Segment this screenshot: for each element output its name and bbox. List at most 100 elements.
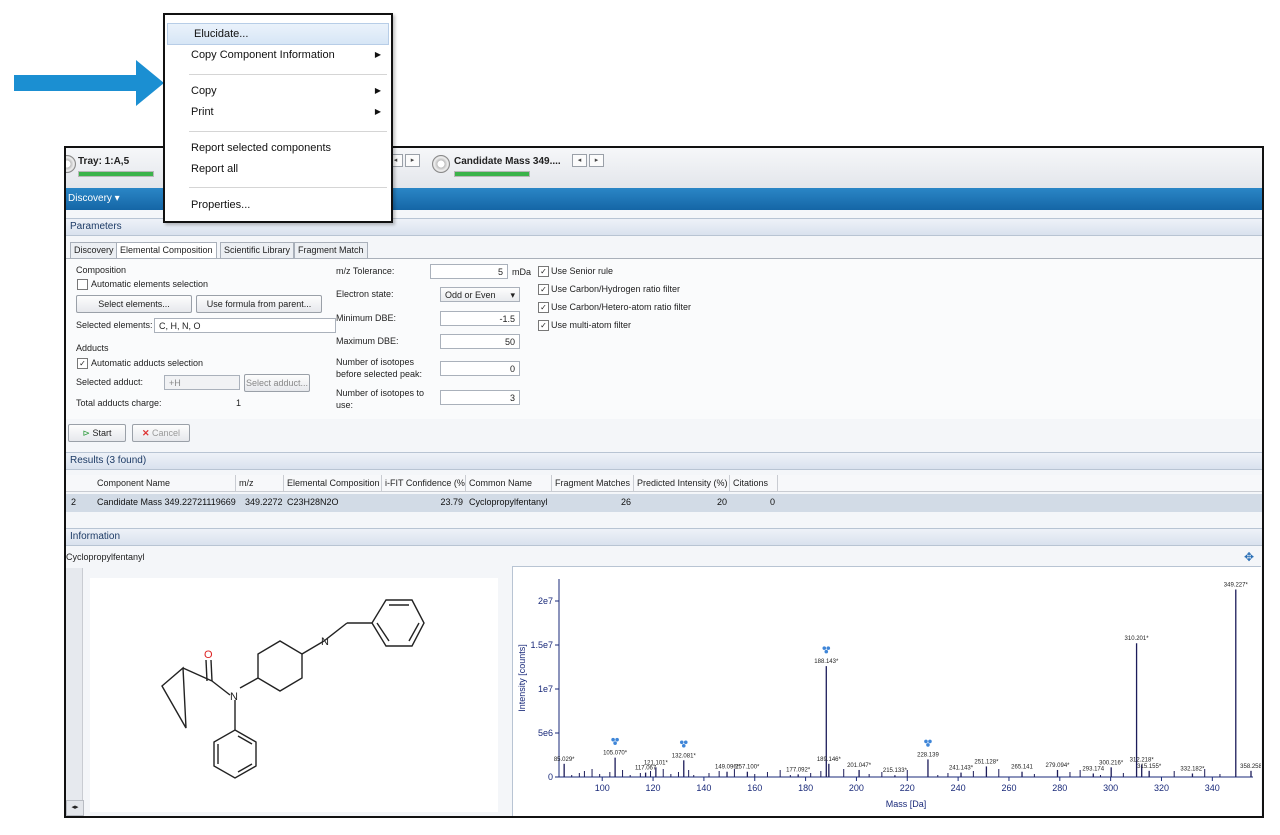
peak-label: 201.047* bbox=[847, 763, 872, 769]
cell-predicted-intensity: 20 bbox=[716, 497, 727, 507]
phenyl-ring-bottom bbox=[213, 729, 257, 779]
menu-item-print[interactable]: Print ▶ bbox=[165, 102, 391, 122]
row-index: 2 bbox=[71, 497, 77, 507]
isotopes-use-label-2: use: bbox=[336, 400, 354, 410]
table-row[interactable]: 2 Candidate Mass 349.227211196698 349.22… bbox=[66, 494, 1262, 512]
selected-elements-field[interactable]: C, H, N, O bbox=[154, 318, 336, 333]
electron-state-select[interactable]: Odd or Even ▾ bbox=[440, 287, 520, 302]
fragment-dot bbox=[826, 646, 831, 650]
candidate-next-button[interactable]: ▸ bbox=[589, 154, 604, 167]
peak-label: 293.174 bbox=[1082, 766, 1104, 772]
tab-discovery[interactable]: Discovery bbox=[70, 242, 118, 259]
col-confidence[interactable]: i-FIT Confidence (%) bbox=[382, 475, 466, 491]
select-adduct-button[interactable]: Select adduct... bbox=[244, 374, 310, 392]
isotopes-before-field[interactable]: 0 bbox=[440, 361, 520, 376]
col-elemental-composition[interactable]: Elemental Composition bbox=[284, 475, 382, 491]
x-tick-label: 100 bbox=[595, 783, 610, 793]
selected-adduct-label: Selected adduct: bbox=[76, 377, 144, 387]
bottom-scroll-arrows[interactable]: ◂▸ bbox=[66, 800, 84, 816]
tab-scientific-library[interactable]: Scientific Library bbox=[220, 242, 295, 259]
discovery-menu-button[interactable]: Discovery ▾ bbox=[68, 193, 120, 204]
cyclopropylfentanyl-structure: O N N bbox=[161, 599, 425, 779]
x-tick-label: 280 bbox=[1052, 783, 1067, 793]
left-scroll-strip[interactable] bbox=[66, 568, 83, 800]
x-tick-label: 260 bbox=[1001, 783, 1016, 793]
col-fragment-matches[interactable]: Fragment Matches bbox=[552, 475, 634, 491]
candidate-tab-label[interactable]: Candidate Mass 349.... bbox=[454, 156, 561, 167]
submenu-arrow-icon: ▶ bbox=[374, 86, 381, 95]
max-dbe-field[interactable]: 50 bbox=[440, 334, 520, 349]
candidate-prev-button[interactable]: ◂ bbox=[572, 154, 587, 167]
peak-label: 228.139 bbox=[917, 752, 939, 758]
menu-item-copy[interactable]: Copy ▶ bbox=[165, 81, 391, 101]
move-icon[interactable]: ✥ bbox=[1244, 550, 1254, 564]
cell-confidence: 23.79 bbox=[440, 497, 463, 507]
menu-item-elucidate[interactable]: Elucidate... bbox=[167, 23, 389, 45]
chetero-ratio-checkbox[interactable]: ✓ bbox=[538, 302, 549, 313]
start-button[interactable]: ⊳ Start bbox=[68, 424, 126, 442]
x-tick-label: 300 bbox=[1103, 783, 1118, 793]
x-tick-label: 120 bbox=[646, 783, 661, 793]
multi-atom-label: Use multi-atom filter bbox=[551, 320, 632, 330]
cancel-button[interactable]: ✕ Cancel bbox=[132, 424, 190, 442]
cyclopropane-ring bbox=[161, 666, 187, 729]
senior-rule-checkbox[interactable]: ✓ bbox=[538, 266, 549, 277]
ch-ratio-checkbox[interactable]: ✓ bbox=[538, 284, 549, 295]
cell-mz: 349.2272 bbox=[245, 497, 283, 507]
menu-item-report-selected[interactable]: Report selected components bbox=[165, 138, 391, 158]
x-tick-label: 140 bbox=[696, 783, 711, 793]
menu-separator bbox=[189, 131, 387, 132]
results-header[interactable]: Results (3 found) bbox=[66, 452, 1262, 470]
submenu-arrow-icon: ▶ bbox=[374, 50, 381, 59]
auto-elements-checkbox[interactable] bbox=[77, 279, 88, 290]
menu-label: Copy bbox=[191, 85, 217, 97]
results-grid-header: Component Name m/z Elemental Composition… bbox=[66, 475, 1262, 492]
peak-label: 332.182* bbox=[1180, 766, 1205, 772]
col-mz[interactable]: m/z bbox=[236, 475, 284, 491]
tab-elemental-composition[interactable]: Elemental Composition bbox=[116, 242, 217, 259]
peak-label: 121.101* bbox=[644, 760, 669, 766]
select-elements-button[interactable]: Select elements... bbox=[76, 295, 192, 313]
cell-composition: C23H28N2O bbox=[287, 497, 339, 507]
fragment-dot bbox=[681, 743, 686, 748]
total-charge-label: Total adducts charge: bbox=[76, 398, 162, 408]
tab-fragment-match[interactable]: Fragment Match bbox=[294, 242, 368, 259]
cell-component-name: Candidate Mass 349.227211196698 bbox=[97, 497, 236, 507]
menu-item-properties[interactable]: Properties... bbox=[165, 195, 391, 215]
use-formula-button[interactable]: Use formula from parent... bbox=[196, 295, 322, 313]
selected-adduct-field[interactable]: +H bbox=[164, 375, 240, 390]
menu-item-copy-component-info[interactable]: Copy Component Information ▶ bbox=[165, 45, 391, 65]
play-icon: ⊳ bbox=[82, 428, 90, 438]
min-dbe-field[interactable]: -1.5 bbox=[440, 311, 520, 326]
cancel-label: Cancel bbox=[152, 428, 181, 438]
col-common-name[interactable]: Common Name bbox=[466, 475, 552, 491]
isotopes-before-label-1: Number of isotopes bbox=[336, 357, 415, 367]
y-tick-label: 1.5e7 bbox=[530, 640, 553, 650]
information-header[interactable]: Information bbox=[66, 528, 1262, 546]
col-citations[interactable]: Citations bbox=[730, 475, 778, 491]
y-tick-label: 5e6 bbox=[538, 728, 553, 738]
start-label: Start bbox=[92, 428, 112, 438]
peak-label: 315.155* bbox=[1137, 764, 1162, 770]
menu-label: Copy Component Information bbox=[191, 49, 335, 61]
tray-next-button[interactable]: ▸ bbox=[405, 154, 420, 167]
menu-label: Properties... bbox=[191, 199, 251, 211]
peak-label: 241.143* bbox=[949, 766, 974, 772]
tray-progress-bar bbox=[78, 171, 154, 177]
mz-tolerance-field[interactable]: 5 bbox=[430, 264, 508, 279]
multi-atom-checkbox[interactable]: ✓ bbox=[538, 320, 549, 331]
pointer-arrow-icon bbox=[14, 60, 164, 106]
isotopes-use-label-1: Number of isotopes to bbox=[336, 388, 425, 398]
y-tick-label: 0 bbox=[548, 772, 553, 782]
cell-citations: 0 bbox=[769, 497, 775, 507]
tray-tab-label[interactable]: Tray: 1:A,5 bbox=[78, 156, 129, 167]
menu-item-report-all[interactable]: Report all bbox=[165, 159, 391, 179]
x-tick-label: 240 bbox=[951, 783, 966, 793]
col-component-name[interactable]: Component Name bbox=[94, 475, 236, 491]
fragment-match-icon bbox=[924, 739, 932, 747]
col-predicted-intensity[interactable]: Predicted Intensity (%) bbox=[634, 475, 730, 491]
cancel-x-icon: ✕ bbox=[141, 428, 150, 438]
auto-adducts-checkbox[interactable]: ✓ bbox=[77, 358, 88, 369]
fragment-dot bbox=[683, 740, 688, 745]
isotopes-use-field[interactable]: 3 bbox=[440, 390, 520, 405]
